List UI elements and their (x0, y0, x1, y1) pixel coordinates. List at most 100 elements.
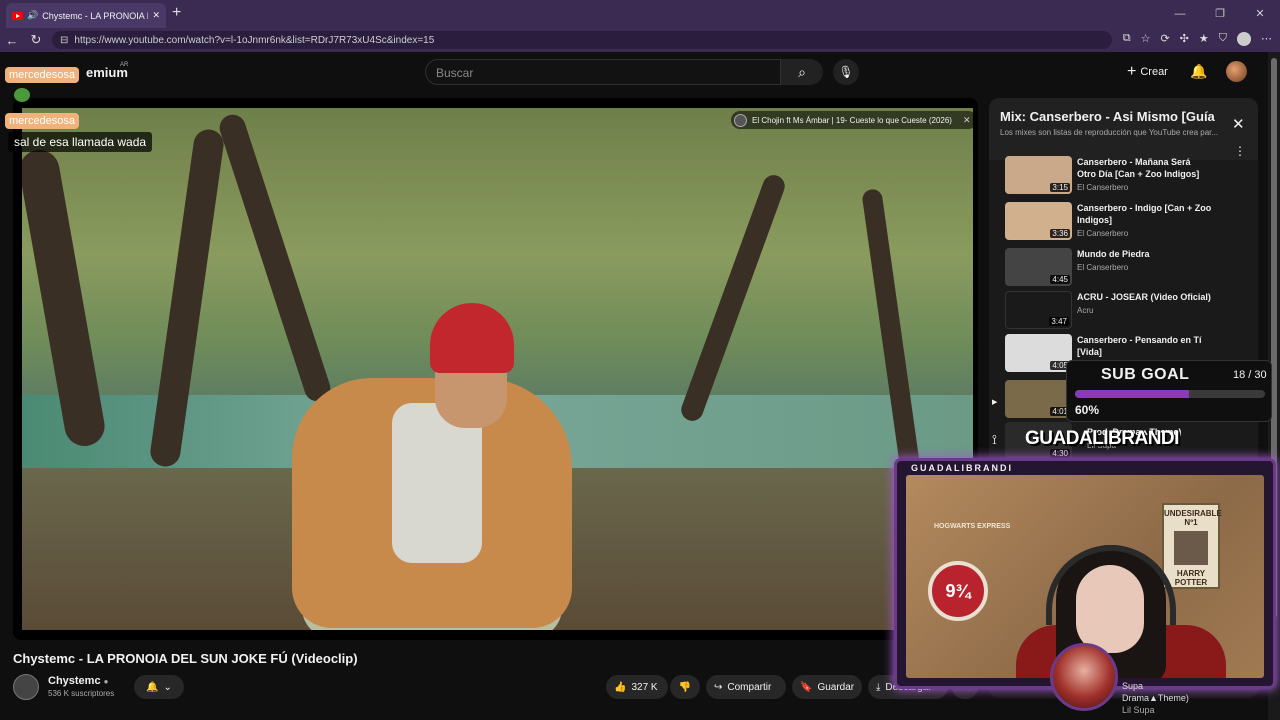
playlist-thumbnail: 4:01 (1005, 380, 1072, 418)
browser-tab[interactable]: 🔊 Chystemc - LA PRONOIA DEL ✕ (6, 3, 166, 28)
playlist-item[interactable]: 3:36 Canserbero - Indigo [Can + Zoo Indi… (1005, 202, 1245, 242)
favorite-star-icon[interactable]: ☆ (1141, 32, 1151, 46)
close-tab-icon[interactable]: ✕ (152, 10, 160, 21)
shield-icon[interactable]: ⛉ (1219, 32, 1227, 46)
browser-tab-bar: 🔊 Chystemc - LA PRONOIA DEL ✕ + — ❐ ✕ (0, 0, 1280, 28)
disc-icon (734, 113, 747, 127)
playlist-thumbnail: 3:36 (1005, 202, 1072, 240)
playlist-item[interactable]: 3:15 Canserbero - Mañana Será Otro Día [… (1005, 156, 1245, 196)
new-tab-button[interactable]: + (172, 4, 181, 22)
obscured-text: Drama▲Theme) (1122, 693, 1189, 703)
playlist-item[interactable]: 4:45 Mundo de Piedra El Canserbero (1005, 248, 1245, 288)
thumbs-down-icon: 👎 (678, 681, 692, 693)
search-button[interactable]: ⌕ (781, 59, 823, 85)
reload-icon[interactable]: ↻ (24, 32, 48, 48)
window-controls: — ❐ ✕ (1160, 0, 1280, 28)
video-player[interactable] (13, 98, 978, 640)
now-playing-chip[interactable]: El Chojin ft Ms Ámbar | 19- Cueste lo qu… (731, 111, 977, 129)
extension-icon[interactable]: ⟳ (1160, 32, 1169, 46)
duration-badge: 3:15 (1050, 183, 1070, 192)
chat-username: mercedesosa (5, 113, 80, 129)
playlist-item-title: Canserbero - Pensando en Tí [Vida] (1077, 335, 1202, 357)
playlist-thumbnail: 4:05 (1005, 334, 1072, 372)
share-button[interactable]: ↪ Compartir (706, 675, 786, 699)
youtube-favicon-icon (12, 11, 23, 20)
sub-goal-bar (1075, 390, 1265, 398)
poster-title: UNDESIRABLE Nº1 (1164, 509, 1222, 527)
wanted-poster: UNDESIRABLE Nº1 HARRY POTTER (1162, 503, 1222, 589)
playlist-subtitle: Los mixes son listas de reproducción que… (1000, 128, 1219, 137)
duration-badge: 3:36 (1050, 229, 1070, 238)
bell-icon: 🔔 (146, 681, 159, 693)
profile-avatar[interactable] (1237, 32, 1251, 46)
playlist-thumbnail: 3:15 (1005, 156, 1072, 194)
create-label: Crear (1140, 66, 1168, 78)
playlist-item[interactable]: 3:47 ACRU - JOSEAR (Video Oficial) Acru (1005, 291, 1245, 331)
like-button[interactable]: 👍 327 K (606, 675, 668, 699)
search-icon: ⌕ (798, 64, 806, 80)
now-playing-text: El Chojin ft Ms Ámbar | 19- Cueste lo qu… (752, 115, 952, 125)
chevron-down-icon: ⌄ (163, 681, 172, 693)
account-avatar[interactable] (1226, 61, 1247, 82)
webcam-label: GUADALIBRANDI (911, 463, 1013, 473)
voice-search-button[interactable]: 🎙 (833, 59, 859, 85)
notifications-bell-icon[interactable]: 🔔 (1190, 63, 1207, 80)
channel-name[interactable]: Chystemc ● (48, 675, 108, 687)
streamer-avatar (1050, 643, 1118, 711)
platform-sign: 9¾ (928, 561, 988, 621)
back-arrow-icon[interactable]: ← (0, 33, 24, 48)
close-chip-icon[interactable]: ✕ (963, 115, 971, 126)
playlist-item-channel: El Canserbero (1077, 229, 1129, 238)
playlist-item-channel: El Canserbero (1077, 183, 1129, 192)
share-icon: ↪ (714, 681, 723, 693)
site-info-icon[interactable]: ⊟ (60, 35, 68, 46)
split-screen-icon[interactable]: ⧉ (1123, 32, 1131, 46)
obscured-playlist-text: Supa Drama▲Theme) Lil Supa (1122, 680, 1189, 716)
verified-icon: ● (103, 677, 109, 686)
extensions-puzzle-icon[interactable]: ✣ (1180, 32, 1189, 46)
search-input[interactable]: Buscar (425, 59, 781, 85)
playlist-item-title: Canserbero - Indigo [Can + Zoo Indigos] (1077, 203, 1212, 225)
obscured-text: Supa (1122, 681, 1144, 691)
poster-photo (1174, 531, 1208, 565)
sub-goal-count: 18 / 30 (1233, 369, 1267, 381)
browser-extensions: ⧉ ☆ ⟳ ✣ ★ ⛉ ⋯ (1123, 32, 1272, 46)
url-field[interactable]: ⊟ https://www.youtube.com/watch?v=l-1oJn… (52, 31, 1112, 49)
mic-icon: 🎙 (838, 65, 854, 79)
dislike-button[interactable]: 👎 (670, 675, 700, 699)
maximize-button[interactable]: ❐ (1200, 0, 1240, 28)
speaker-icon[interactable]: 🔊 (27, 10, 38, 21)
headset-icon (1046, 545, 1176, 625)
address-bar-row: ← ↻ ⊟ https://www.youtube.com/watch?v=l-… (0, 28, 1280, 52)
url-text: https://www.youtube.com/watch?v=l-1oJnmr… (74, 34, 435, 46)
download-icon: ⤓ (876, 681, 881, 693)
sub-goal-widget: SUB GOAL 18 / 30 60% (1066, 360, 1272, 422)
playlist-thumbnail: 3:47 (1005, 291, 1072, 329)
playlist-title[interactable]: Mix: Canserbero - Asi Mismo [Guía... (1000, 109, 1215, 124)
video-title: Chystemc - LA PRONOIA DEL SUN JOKE FÚ (V… (13, 651, 358, 666)
channel-avatar[interactable] (13, 674, 39, 700)
platform-number: 9¾ (945, 581, 971, 601)
minimize-button[interactable]: — (1160, 0, 1200, 28)
video-tree (678, 172, 788, 424)
favorites-icon[interactable]: ★ (1199, 32, 1209, 46)
frog-emote-icon (14, 88, 30, 102)
close-window-button[interactable]: ✕ (1240, 0, 1280, 28)
create-button[interactable]: + Crear (1127, 63, 1168, 81)
chat-username: mercedesosa (5, 67, 80, 83)
streamer-logo-icon: ⟟ (992, 432, 997, 447)
save-label: Guardar (817, 681, 855, 693)
duration-badge: 4:30 (1050, 449, 1070, 458)
duration-badge: 4:45 (1050, 275, 1070, 284)
subscribe-bell-button[interactable]: 🔔 ⌄ (134, 675, 184, 699)
sub-goal-fill (1075, 390, 1189, 398)
obscured-text: Lil Supa (1122, 705, 1155, 715)
streamer-banner: GUADALIBRANDI (1025, 428, 1179, 449)
sub-goal-percent: 60% (1075, 403, 1100, 417)
video-frame (22, 108, 973, 630)
more-menu-icon[interactable]: ⋯ (1261, 32, 1272, 46)
now-playing-triangle-icon: ▶ (992, 399, 998, 406)
share-label: Compartir (727, 681, 772, 693)
save-button[interactable]: 🔖 Guardar (792, 675, 862, 699)
close-playlist-icon[interactable]: ✕ (1232, 115, 1245, 133)
